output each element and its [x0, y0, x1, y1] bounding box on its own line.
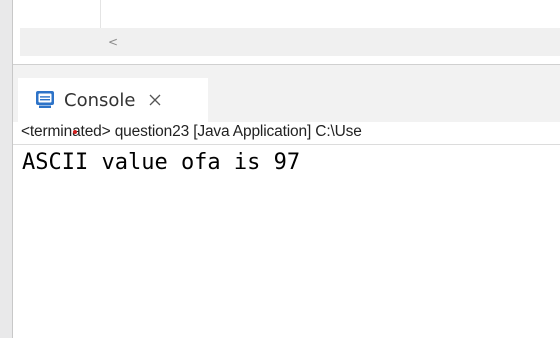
- console-icon: [36, 91, 54, 108]
- console-output-line: ASCII value ofa is 97: [22, 150, 301, 175]
- tab-console-label: Console: [64, 89, 136, 111]
- close-icon[interactable]: [147, 92, 163, 108]
- console-status-bar: <terminated> question23 [Java Applicatio…: [13, 122, 560, 145]
- scroll-left-button[interactable]: <: [98, 28, 128, 56]
- left-panel-strip: [0, 0, 12, 338]
- tab-console[interactable]: Console: [18, 78, 208, 122]
- terminated-marker-icon: [73, 130, 77, 134]
- editor-gutter: [28, 0, 101, 28]
